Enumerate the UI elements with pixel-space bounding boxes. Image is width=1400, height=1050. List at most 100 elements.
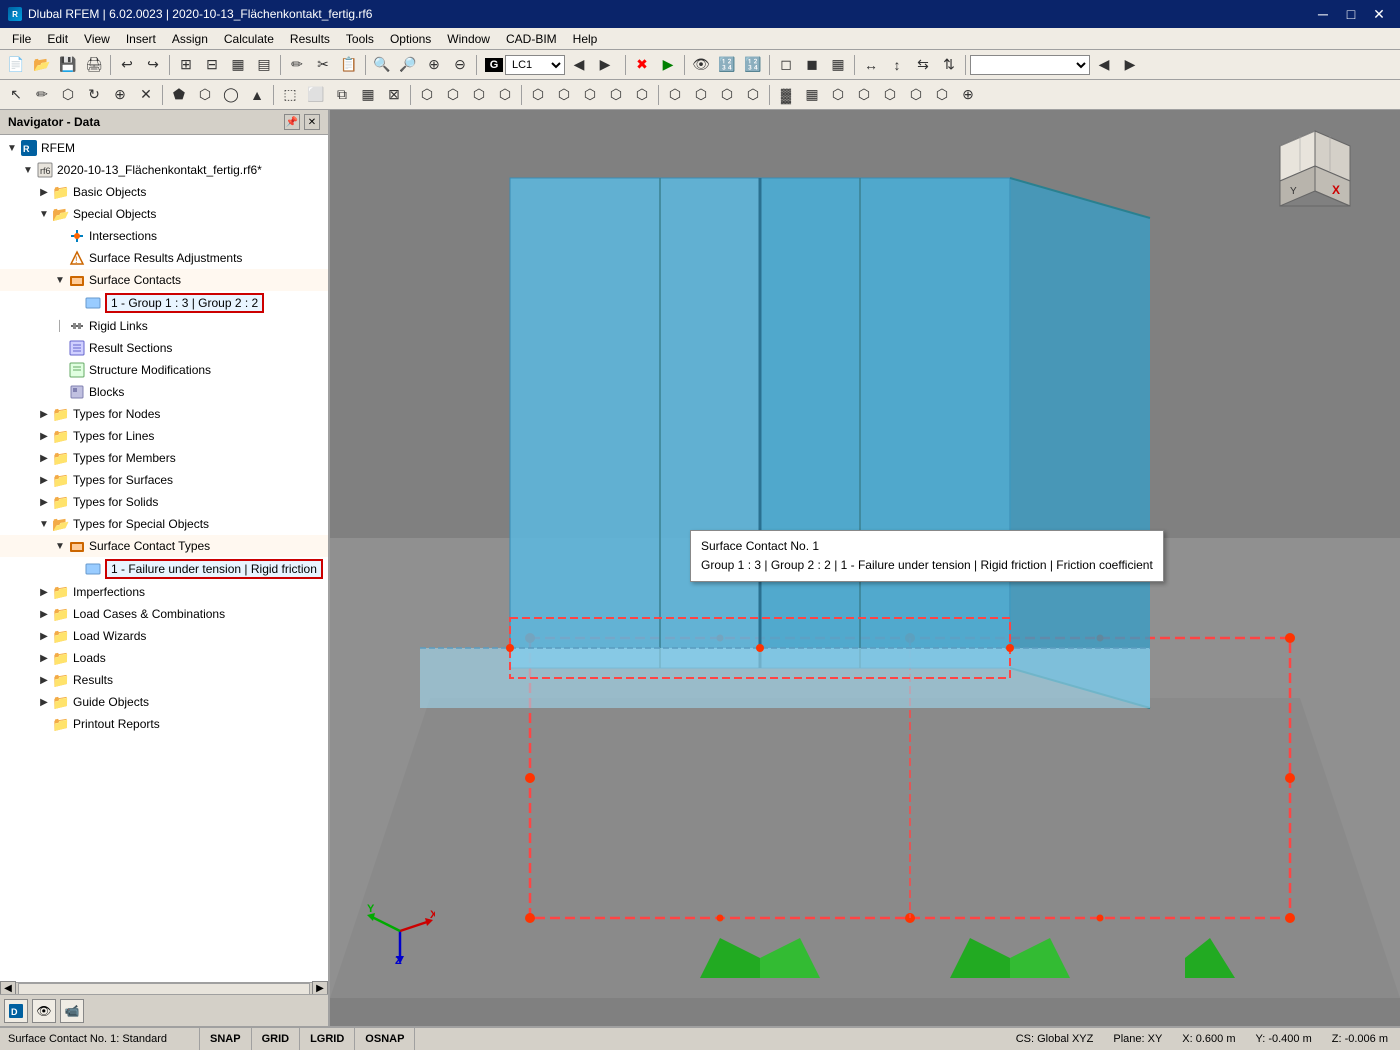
expander-file[interactable]: ▼	[20, 162, 36, 178]
close-button[interactable]: ✕	[1366, 4, 1392, 24]
extra2[interactable]: ↕	[885, 53, 909, 77]
tree-types-solids[interactable]: ▶ 📁 Types for Solids	[0, 491, 328, 513]
nav-display-btn[interactable]: 👁	[32, 999, 56, 1023]
t2-5[interactable]: ⊕	[108, 83, 132, 107]
maximize-button[interactable]: □	[1338, 4, 1364, 24]
t2-15[interactable]: ⊠	[382, 83, 406, 107]
btn3[interactable]: ⊞	[174, 53, 198, 77]
expander-special[interactable]: ▼	[36, 206, 52, 222]
t2-35[interactable]: ⬡	[930, 83, 954, 107]
tree-load-wizards[interactable]: ▶ 📁 Load Wizards	[0, 625, 328, 647]
t2-19[interactable]: ⬡	[493, 83, 517, 107]
expander-tl[interactable]: ▶	[36, 428, 52, 444]
tree-special-objects[interactable]: ▼ 📂 Special Objects	[0, 203, 328, 225]
t2-12[interactable]: ⬜	[304, 83, 328, 107]
redo-btn[interactable]: ↪	[141, 53, 165, 77]
render2[interactable]: ◼	[800, 53, 824, 77]
expander-sct[interactable]: ▼	[52, 538, 68, 554]
tree-blocks[interactable]: ▶ Blocks	[0, 381, 328, 403]
tree-results[interactable]: ▶ 📁 Results	[0, 669, 328, 691]
vis3[interactable]: 🔢	[741, 53, 765, 77]
t2-29[interactable]: ▓	[774, 83, 798, 107]
tree-surface-results-adj[interactable]: ▶ ! Surface Results Adjustments	[0, 247, 328, 269]
extra1[interactable]: ↔	[859, 53, 883, 77]
t2-26[interactable]: ⬡	[689, 83, 713, 107]
t2-30[interactable]: ▦	[800, 83, 824, 107]
osnap-btn[interactable]: OSNAP	[355, 1028, 415, 1050]
t2-6[interactable]: ✕	[134, 83, 158, 107]
viewport[interactable]: Surface Contact No. 1 Group 1 : 3 | Grou…	[330, 110, 1400, 1026]
minimize-button[interactable]: ─	[1310, 4, 1336, 24]
tree-struct-mod[interactable]: ▶ Structure Modifications	[0, 359, 328, 381]
hscrollbar[interactable]	[18, 983, 310, 995]
t2-11[interactable]: ⬚	[278, 83, 302, 107]
tree-file[interactable]: ▼ rf6 2020-10-13_Flächenkontakt_fertig.r…	[0, 159, 328, 181]
extra3[interactable]: ⇆	[911, 53, 935, 77]
cs-next[interactable]: ▶	[1118, 53, 1142, 77]
expander-imp[interactable]: ▶	[36, 584, 52, 600]
t2-34[interactable]: ⬡	[904, 83, 928, 107]
snap-btn[interactable]: SNAP	[200, 1028, 252, 1050]
btn6[interactable]: ▤	[252, 53, 276, 77]
t2-8[interactable]: ⬡	[193, 83, 217, 107]
new-btn[interactable]: 📄	[4, 53, 28, 77]
render1[interactable]: ◻	[774, 53, 798, 77]
t2-16[interactable]: ⬡	[415, 83, 439, 107]
t2-10[interactable]: ▲	[245, 83, 269, 107]
nav-close-btn[interactable]: ✕	[304, 114, 320, 130]
t2-18[interactable]: ⬡	[467, 83, 491, 107]
menu-window[interactable]: Window	[439, 30, 498, 48]
nav-pin-btn[interactable]: 📌	[284, 114, 300, 130]
expander-results[interactable]: ▶	[36, 672, 52, 688]
menu-calculate[interactable]: Calculate	[216, 30, 282, 48]
t2-25[interactable]: ⬡	[663, 83, 687, 107]
btn11[interactable]: 🔎	[396, 53, 420, 77]
cs-select[interactable]: 1 - Global XYZ	[970, 55, 1090, 75]
menu-file[interactable]: File	[4, 30, 39, 48]
t2-31[interactable]: ⬡	[826, 83, 850, 107]
expander-ts[interactable]: ▶	[36, 472, 52, 488]
save-btn[interactable]: 💾	[56, 53, 80, 77]
expander-rfem[interactable]: ▼	[4, 140, 20, 156]
menu-view[interactable]: View	[76, 30, 118, 48]
menu-options[interactable]: Options	[382, 30, 439, 48]
t2-24[interactable]: ⬡	[630, 83, 654, 107]
btn10[interactable]: 🔍	[370, 53, 394, 77]
extra4[interactable]: ⇅	[937, 53, 961, 77]
lc-prev[interactable]: ◀	[567, 53, 591, 77]
tree-sc-item[interactable]: ▶ 1 - Group 1 : 3 | Group 2 : 2	[0, 291, 328, 315]
btn9[interactable]: 📋	[337, 53, 361, 77]
menu-cad-bim[interactable]: CAD-BIM	[498, 30, 565, 48]
stop-btn[interactable]: ✖	[630, 53, 654, 77]
t2-36[interactable]: ⊕	[956, 83, 980, 107]
expander-tn[interactable]: ▶	[36, 406, 52, 422]
t2-1[interactable]: ↖	[4, 83, 28, 107]
tree-imperfections[interactable]: ▶ 📁 Imperfections	[0, 581, 328, 603]
open-btn[interactable]: 📂	[30, 53, 54, 77]
btn4[interactable]: ⊟	[200, 53, 224, 77]
btn5[interactable]: ▦	[226, 53, 250, 77]
tree-basic-objects[interactable]: ▶ 📁 Basic Objects	[0, 181, 328, 203]
expander-basic[interactable]: ▶	[36, 184, 52, 200]
t2-9[interactable]: ◯	[219, 83, 243, 107]
btn13[interactable]: ⊖	[448, 53, 472, 77]
t2-13[interactable]: ⧉	[330, 83, 354, 107]
t2-14[interactable]: ▦	[356, 83, 380, 107]
t2-17[interactable]: ⬡	[441, 83, 465, 107]
lgrid-btn[interactable]: LGRID	[300, 1028, 355, 1050]
tree-types-surfaces[interactable]: ▶ 📁 Types for Surfaces	[0, 469, 328, 491]
lc-select[interactable]: LC1	[505, 55, 565, 75]
t2-32[interactable]: ⬡	[852, 83, 876, 107]
menu-help[interactable]: Help	[565, 30, 606, 48]
t2-23[interactable]: ⬡	[604, 83, 628, 107]
t2-3[interactable]: ⬡	[56, 83, 80, 107]
expander-lc[interactable]: ▶	[36, 606, 52, 622]
tree-types-members[interactable]: ▶ 📁 Types for Members	[0, 447, 328, 469]
tree-result-sections[interactable]: ▶ Result Sections	[0, 337, 328, 359]
tree-rigid-links[interactable]: │ Rigid Links	[0, 315, 328, 337]
expander-tso[interactable]: ▶	[36, 494, 52, 510]
t2-33[interactable]: ⬡	[878, 83, 902, 107]
tree-surface-contacts[interactable]: ▼ Surface Contacts	[0, 269, 328, 291]
expander-sc[interactable]: ▼	[52, 272, 68, 288]
tree-types-special[interactable]: ▼ 📂 Types for Special Objects	[0, 513, 328, 535]
